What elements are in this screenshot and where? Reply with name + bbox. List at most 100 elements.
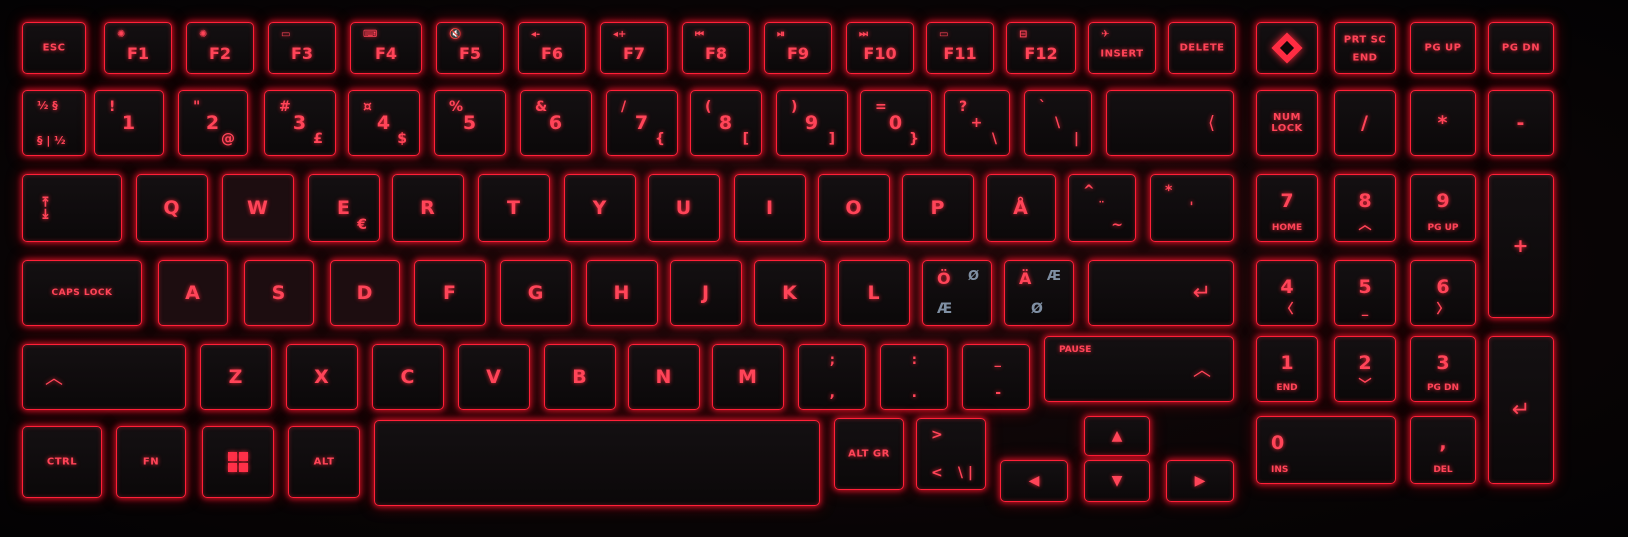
- key-kp-enter[interactable]: ↵: [1488, 336, 1554, 484]
- key-l[interactable]: L: [838, 260, 910, 326]
- key-esc[interactable]: ESC: [22, 22, 86, 74]
- key-aring[interactable]: Å: [986, 174, 1056, 242]
- key-f10[interactable]: ⏭ F10: [846, 22, 914, 74]
- key-windows[interactable]: [202, 426, 274, 498]
- key-7[interactable]: / 7 {: [606, 90, 678, 156]
- key-fn[interactable]: FN: [116, 426, 186, 498]
- key-8[interactable]: ( 8 [: [690, 90, 762, 156]
- key-o[interactable]: O: [818, 174, 890, 242]
- key-capslock[interactable]: CAPS LOCK: [22, 260, 142, 326]
- key-f8[interactable]: ⏮ F8: [682, 22, 750, 74]
- key-f4[interactable]: ⌨ F4: [350, 22, 422, 74]
- key-arrow-right[interactable]: ▶: [1166, 460, 1234, 502]
- key-ctrl[interactable]: CTRL: [22, 426, 102, 498]
- key-caret[interactable]: ^ ¨ ~: [1068, 174, 1136, 242]
- key-5[interactable]: % 5: [434, 90, 506, 156]
- key-kp8[interactable]: 8 ︿: [1334, 174, 1396, 242]
- key-f2[interactable]: ✺ F2: [186, 22, 254, 74]
- key-delete[interactable]: DELETE: [1168, 22, 1236, 74]
- key-4[interactable]: ¤ 4 $: [348, 90, 420, 156]
- key-f12[interactable]: ⊟ F12: [1006, 22, 1076, 74]
- key-right-shift[interactable]: PAUSE ︿: [1044, 336, 1234, 402]
- key-r[interactable]: R: [392, 174, 464, 242]
- key-e[interactable]: E €: [308, 174, 380, 242]
- key-kp6[interactable]: 6 〉: [1410, 260, 1476, 326]
- key-v[interactable]: V: [458, 344, 530, 410]
- key-f7[interactable]: ◂+ F7: [600, 22, 668, 74]
- key-kp-slash[interactable]: /: [1334, 90, 1396, 156]
- key-kp3[interactable]: 3 PG DN: [1410, 336, 1476, 402]
- key-kp-minus[interactable]: -: [1488, 90, 1554, 156]
- key-s[interactable]: S: [244, 260, 314, 326]
- key-g[interactable]: G: [500, 260, 572, 326]
- key-n[interactable]: N: [628, 344, 700, 410]
- key-insert[interactable]: ✈ INSERT: [1088, 22, 1156, 74]
- key-f5[interactable]: 🔇 F5: [436, 22, 504, 74]
- key-arrow-down[interactable]: ▼: [1084, 460, 1150, 502]
- key-f1[interactable]: ✺ F1: [104, 22, 172, 74]
- key-arrow-left[interactable]: ◀: [1000, 460, 1068, 502]
- key-z[interactable]: Z: [200, 344, 272, 410]
- key-f3[interactable]: ▭ F3: [268, 22, 336, 74]
- key-comma[interactable]: ; ,: [798, 344, 866, 410]
- key-backspace[interactable]: ⟨: [1106, 90, 1234, 156]
- key-ae[interactable]: Ä Æ Ø: [1004, 260, 1074, 326]
- key-omen[interactable]: [1256, 22, 1318, 74]
- key-3[interactable]: # 3 £: [264, 90, 336, 156]
- key-j[interactable]: J: [670, 260, 742, 326]
- key-f[interactable]: F: [414, 260, 486, 326]
- key-w[interactable]: W: [222, 174, 294, 242]
- key-a[interactable]: A: [158, 260, 228, 326]
- key-x[interactable]: X: [286, 344, 358, 410]
- key-2[interactable]: " 2 @: [178, 90, 248, 156]
- key-backslash[interactable]: ` \ |: [1024, 90, 1092, 156]
- key-f11[interactable]: ▭ F11: [926, 22, 994, 74]
- key-tab[interactable]: ⇤⇥: [22, 174, 122, 242]
- key-k[interactable]: K: [754, 260, 826, 326]
- key-altgr[interactable]: ALT GR: [834, 418, 904, 490]
- key-enter[interactable]: ↵: [1088, 260, 1234, 326]
- key-kp-star[interactable]: *: [1410, 90, 1476, 156]
- key-period[interactable]: : .: [880, 344, 948, 410]
- key-1[interactable]: ! 1: [94, 90, 164, 156]
- key-angle[interactable]: > < \ |: [916, 418, 986, 490]
- key-space[interactable]: [374, 420, 820, 506]
- key-alt[interactable]: ALT: [288, 426, 360, 498]
- key-0[interactable]: = 0 }: [860, 90, 932, 156]
- key-9[interactable]: ) 9 ]: [776, 90, 848, 156]
- key-kp0[interactable]: 0 INS: [1256, 416, 1396, 484]
- key-pgdn[interactable]: PG DN: [1488, 22, 1554, 74]
- key-arrow-up[interactable]: ▲: [1084, 416, 1150, 456]
- key-q[interactable]: Q: [136, 174, 208, 242]
- key-plus[interactable]: ? + \: [944, 90, 1010, 156]
- key-prtsc-end[interactable]: PRT SC END: [1334, 22, 1396, 74]
- key-kp-plus[interactable]: +: [1488, 174, 1554, 318]
- key-asterisk[interactable]: * ': [1150, 174, 1234, 242]
- key-u[interactable]: U: [648, 174, 720, 242]
- key-t[interactable]: T: [478, 174, 550, 242]
- key-f9[interactable]: ⏯ F9: [764, 22, 832, 74]
- key-kp4[interactable]: 4 〈: [1256, 260, 1318, 326]
- key-dash[interactable]: _ -: [962, 344, 1030, 410]
- key-m[interactable]: M: [712, 344, 784, 410]
- key-i[interactable]: I: [734, 174, 806, 242]
- key-f6[interactable]: ◂- F6: [518, 22, 586, 74]
- key-p[interactable]: P: [902, 174, 974, 242]
- key-d[interactable]: D: [330, 260, 400, 326]
- key-kp9[interactable]: 9 PG UP: [1410, 174, 1476, 242]
- key-left-shift[interactable]: ︿: [22, 344, 186, 410]
- key-b[interactable]: B: [544, 344, 616, 410]
- key-h[interactable]: H: [586, 260, 658, 326]
- key-kp7[interactable]: 7 HOME: [1256, 174, 1318, 242]
- key-6[interactable]: & 6: [520, 90, 592, 156]
- key-section[interactable]: ½ § § | ½: [22, 90, 86, 156]
- key-pgup[interactable]: PG UP: [1410, 22, 1476, 74]
- key-c[interactable]: C: [372, 344, 444, 410]
- key-kp-del[interactable]: , DEL: [1410, 416, 1476, 484]
- key-kp5[interactable]: 5 _: [1334, 260, 1396, 326]
- key-oe[interactable]: Ö Ø Æ: [922, 260, 992, 326]
- key-kp2[interactable]: 2 ﹀: [1334, 336, 1396, 402]
- key-y[interactable]: Y: [564, 174, 636, 242]
- key-kp1[interactable]: 1 END: [1256, 336, 1318, 402]
- key-numlock[interactable]: NUM LOCK: [1256, 90, 1318, 156]
